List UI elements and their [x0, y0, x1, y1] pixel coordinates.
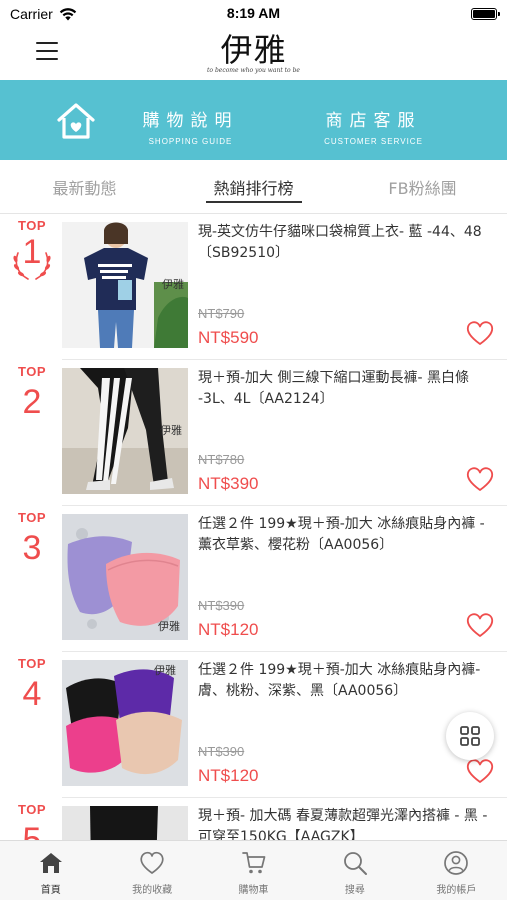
status-bar: Carrier 8:19 AM — [0, 0, 507, 28]
favorite-heart-icon[interactable] — [466, 758, 494, 784]
sale-price: NT$390 — [198, 474, 259, 493]
tab-latest-news[interactable]: 最新動態 — [0, 160, 169, 213]
product-info: 現-英文仿牛仔貓咪口袋棉質上衣- 藍 -44、48〔SB92510〕 NT$79… — [198, 222, 498, 352]
product-list[interactable]: TOP 1 伊雅 現-英文仿牛仔貓咪口袋棉質上衣- 藍 -44、48〔SB925… — [0, 214, 507, 840]
shopping-guide-link[interactable]: 購物說明 SHOPPING GUIDE — [133, 106, 248, 146]
rank-label: TOP — [18, 656, 46, 671]
product-info: 現＋預- 加大碼 春夏薄款超彈光澤內搭褲 - 黑 -可穿至150KG【AAGZK… — [198, 806, 498, 840]
home-icon — [39, 853, 62, 873]
original-price: NT$390 — [198, 598, 245, 613]
tabbar-label: 我的帳戶 — [436, 885, 477, 896]
top-banner: 購物說明 SHOPPING GUIDE 商店客服 CUSTOMER SERVIC… — [0, 80, 507, 160]
product-item[interactable]: TOP 2 伊雅 現＋預-加大 側三線下縮口運動長褲- 黑白條 -3L、4L〔A… — [0, 360, 507, 506]
product-item[interactable]: TOP 3 伊雅 任選２件 199★現＋預-加大 冰絲痕貼身內褲 - 薰衣草紫、… — [0, 506, 507, 652]
watermark-text: 伊雅 — [158, 619, 180, 633]
rank-label: TOP — [18, 510, 46, 525]
rank-badge: TOP 1 — [8, 218, 56, 283]
sale-price: NT$590 — [198, 328, 259, 347]
battery-level — [473, 10, 495, 18]
original-price: NT$790 — [198, 306, 245, 321]
product-title[interactable]: 任選２件 199★現＋預-加大 冰絲痕貼身內褲- 膚、桃粉、深紫、黑〔AA005… — [198, 660, 498, 702]
product-info: 任選２件 199★現＋預-加大 冰絲痕貼身內褲 - 薰衣草紫、櫻花粉〔AA005… — [198, 514, 498, 644]
sale-price: NT$120 — [198, 620, 259, 639]
product-image[interactable]: 伊雅 — [62, 222, 188, 348]
product-title[interactable]: 任選２件 199★現＋預-加大 冰絲痕貼身內褲 - 薰衣草紫、櫻花粉〔AA005… — [198, 514, 498, 556]
favorite-heart-icon[interactable] — [466, 466, 494, 492]
logo-tagline: to become who you want to be — [207, 67, 300, 74]
wifi-icon — [59, 7, 76, 20]
tabbar-home[interactable]: 首頁 — [0, 841, 101, 900]
search-icon — [344, 852, 367, 875]
grid-icon — [460, 726, 480, 746]
watermark-text: 伊雅 — [160, 423, 182, 437]
original-price: NT$390 — [198, 744, 245, 759]
bottom-tab-bar: 首頁 我的收藏 購物車 搜尋 我的帳戶 — [0, 840, 507, 900]
product-title[interactable]: 現-英文仿牛仔貓咪口袋棉質上衣- 藍 -44、48〔SB92510〕 — [198, 222, 498, 264]
rank-label: TOP — [18, 218, 46, 233]
product-image[interactable]: 伊雅 — [62, 368, 188, 494]
shopping-guide-label: 購物說明 — [142, 111, 239, 131]
customer-service-label: 商店客服 — [325, 111, 422, 131]
product-info: 現＋預-加大 側三線下縮口運動長褲- 黑白條 -3L、4L〔AA2124〕 NT… — [198, 368, 498, 498]
rank-wreath: 1 — [8, 233, 56, 283]
original-price: NT$780 — [198, 452, 245, 467]
favorite-heart-icon[interactable] — [466, 320, 494, 346]
rank-label: TOP — [18, 364, 46, 379]
tabbar-label: 首頁 — [40, 885, 61, 896]
app-header: 伊雅 to become who you want to be — [0, 28, 507, 80]
logo-text: 伊雅 — [220, 31, 287, 69]
rank-number: 4 — [22, 675, 42, 713]
tabbar-label: 我的收藏 — [132, 885, 173, 896]
cart-icon — [241, 852, 265, 874]
product-image[interactable]: 伊雅 — [62, 514, 188, 640]
rank-label: TOP — [18, 802, 46, 817]
product-image[interactable]: 伊雅 — [62, 660, 188, 786]
product-item[interactable]: TOP 1 伊雅 現-英文仿牛仔貓咪口袋棉質上衣- 藍 -44、48〔SB925… — [0, 214, 507, 360]
rank-number: 3 — [22, 529, 42, 567]
shopping-guide-subtitle: SHOPPING GUIDE — [148, 137, 233, 146]
status-left: Carrier — [10, 6, 77, 22]
battery-icon — [471, 8, 500, 20]
customer-service-subtitle: CUSTOMER SERVICE — [324, 137, 423, 146]
sale-price: NT$120 — [198, 766, 259, 785]
customer-service-link[interactable]: 商店客服 CUSTOMER SERVICE — [316, 106, 431, 146]
rank-badge: TOP 5 — [8, 802, 56, 840]
menu-icon[interactable] — [36, 42, 58, 60]
product-item[interactable]: TOP 5 現＋預- 加大碼 春夏薄款超彈光澤內搭褲 - 黑 -可穿至150KG… — [0, 798, 507, 840]
carrier-label: Carrier — [10, 6, 53, 22]
logo[interactable]: 伊雅 to become who you want to be — [207, 34, 300, 74]
tab-fb-fans[interactable]: FB粉絲團 — [338, 160, 507, 213]
account-icon — [444, 851, 469, 875]
product-title[interactable]: 現＋預- 加大碼 春夏薄款超彈光澤內搭褲 - 黑 -可穿至150KG【AAGZK… — [198, 806, 498, 840]
rank-badge: TOP 2 — [8, 364, 56, 419]
tabbar-search[interactable]: 搜尋 — [304, 841, 405, 900]
product-image[interactable] — [62, 806, 188, 840]
tabbar-label: 搜尋 — [344, 885, 365, 896]
rank-number: 5 — [22, 821, 42, 840]
rank-badge: TOP 4 — [8, 656, 56, 711]
rank-number: 2 — [22, 383, 42, 421]
home-icon[interactable] — [56, 101, 96, 141]
rank-number: 1 — [22, 233, 42, 271]
rank-badge: TOP 3 — [8, 510, 56, 565]
tabbar-favorites[interactable]: 我的收藏 — [101, 841, 202, 900]
tabbar-cart[interactable]: 購物車 — [203, 841, 304, 900]
watermark-text: 伊雅 — [154, 663, 176, 677]
heart-icon — [140, 851, 164, 874]
tabbar-label: 購物車 — [238, 885, 269, 896]
tab-best-sellers[interactable]: 熱銷排行榜 — [169, 160, 338, 213]
product-title[interactable]: 現＋預-加大 側三線下縮口運動長褲- 黑白條 -3L、4L〔AA2124〕 — [198, 368, 498, 410]
favorite-heart-icon[interactable] — [466, 612, 494, 638]
watermark-text: 伊雅 — [162, 277, 184, 291]
tabbar-account[interactable]: 我的帳戶 — [406, 841, 507, 900]
tab-strip: 最新動態 熱銷排行榜 FB粉絲團 — [0, 160, 507, 214]
product-item[interactable]: TOP 4 伊雅 任選２件 199★現＋預-加大 冰絲痕貼身內褲- 膚、桃粉、深… — [0, 652, 507, 798]
grid-menu-button[interactable] — [446, 712, 494, 760]
